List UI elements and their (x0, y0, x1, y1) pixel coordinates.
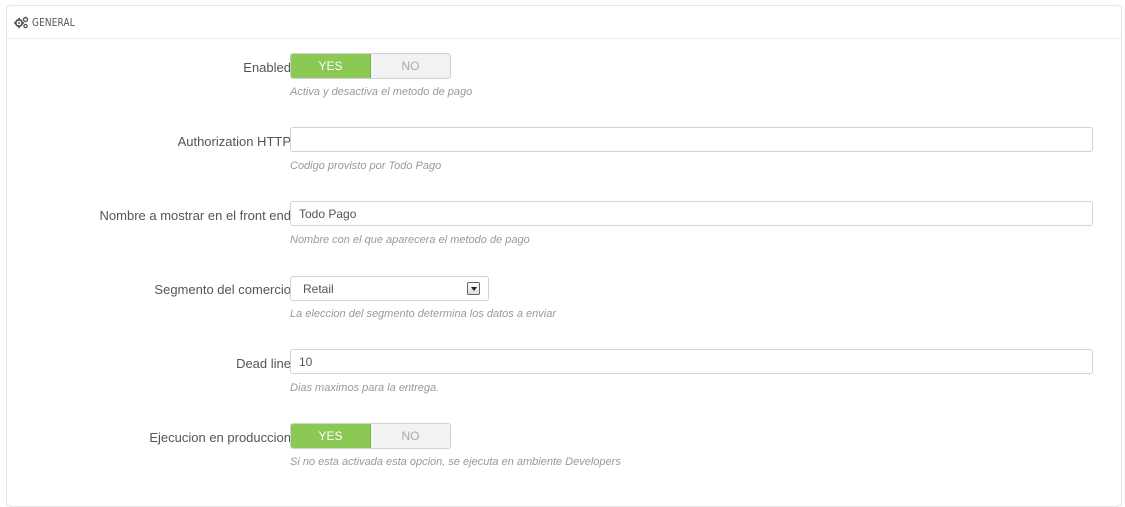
deadline-input[interactable] (290, 349, 1093, 374)
cogs-icon (14, 16, 29, 29)
deadline-help: Dias maximos para la entrega. (290, 382, 440, 394)
authorization-label: Authorization HTTP (177, 134, 291, 149)
panel-title: GENERAL (32, 16, 75, 29)
segment-select[interactable]: Retail (290, 276, 489, 301)
authorization-input[interactable] (290, 127, 1093, 152)
panel-heading: GENERAL (7, 6, 1121, 39)
production-no-option[interactable]: NO (371, 424, 450, 448)
production-help: Si no esta activada esta opcion, se ejec… (290, 456, 621, 468)
deadline-label: Dead line (236, 356, 291, 371)
segment-label: Segmento del comercio (154, 282, 291, 297)
authorization-help: Codigo provisto por Todo Pago (290, 160, 442, 172)
segment-help: La eleccion del segmento determina los d… (290, 308, 556, 320)
production-yes-option[interactable]: YES (291, 424, 371, 448)
enabled-no-option[interactable]: NO (371, 54, 450, 78)
enabled-switch[interactable]: YES NO (290, 53, 451, 79)
chevron-down-icon[interactable] (467, 282, 480, 295)
enabled-label: Enabled (243, 60, 291, 75)
production-switch[interactable]: YES NO (290, 423, 451, 449)
display-name-help: Nombre con el que aparecera el metodo de… (290, 234, 530, 246)
production-label: Ejecucion en produccion (149, 430, 291, 445)
enabled-yes-option[interactable]: YES (291, 54, 371, 78)
display-name-input[interactable] (290, 201, 1093, 226)
segment-selected-value: Retail (303, 282, 334, 296)
enabled-help: Activa y desactiva el metodo de pago (290, 86, 473, 98)
display-name-label: Nombre a mostrar en el front end (99, 208, 291, 223)
